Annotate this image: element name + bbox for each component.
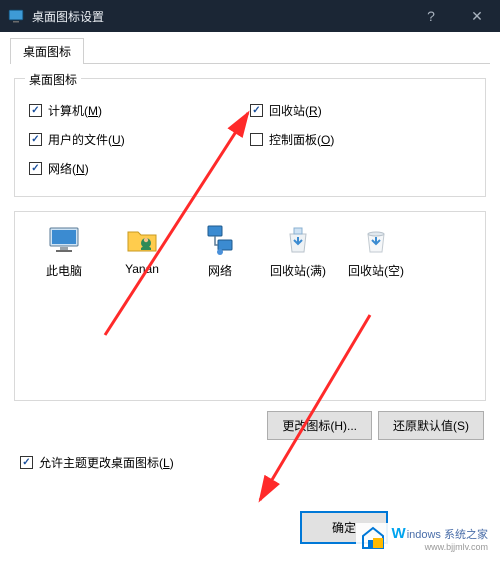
icon-item-network[interactable]: 网络 [181,222,259,279]
restore-defaults-button[interactable]: 还原默认值(S) [378,411,484,440]
help-button[interactable]: ? [408,0,454,32]
watermark: Windows 系统之家 www.bjjmlv.com [356,523,492,556]
checkbox-label: 回收站(R) [269,102,322,119]
watermark-logo-icon [360,525,386,554]
checkbox-icon [29,104,42,117]
checkbox-icon [250,133,263,146]
icon-caption: 回收站(满) [270,262,326,279]
checkbox-control-panel[interactable]: 控制面板(O) [250,131,471,148]
checkbox-label: 计算机(M) [48,102,102,119]
checkbox-recycle-bin[interactable]: 回收站(R) [250,102,471,119]
checkbox-label: 控制面板(O) [269,131,334,148]
icon-caption: 网络 [208,262,232,279]
app-icon [8,8,24,24]
checkbox-icon [20,456,33,469]
checkbox-label: 网络(N) [48,160,89,177]
recycle-bin-full-icon [280,222,316,258]
icon-item-recycle-empty[interactable]: 回收站(空) [337,222,415,279]
checkbox-icon [29,133,42,146]
tab-desktop-icons[interactable]: 桌面图标 [10,38,84,64]
tab-strip: 桌面图标 [10,38,490,64]
close-button[interactable]: ✕ [454,0,500,32]
icon-caption: 此电脑 [46,262,82,279]
network-icon [202,222,238,258]
titlebar: 桌面图标设置 ? ✕ [0,0,500,32]
icon-item-recycle-full[interactable]: 回收站(满) [259,222,337,279]
computer-icon [46,222,82,258]
watermark-url: www.bjjmlv.com [392,543,488,553]
icon-caption: Yanan [125,262,159,276]
group-legend: 桌面图标 [25,71,81,88]
checkbox-icon [29,162,42,175]
window-title: 桌面图标设置 [32,8,408,25]
desktop-icons-group: 桌面图标 计算机(M) 回收站(R) 用户的文件(U) 控制面板(O) 网络(N… [14,78,486,197]
checkbox-label: 用户的文件(U) [48,131,125,148]
checkbox-grid: 计算机(M) 回收站(R) 用户的文件(U) 控制面板(O) 网络(N) [29,97,471,182]
checkbox-network[interactable]: 网络(N) [29,160,250,177]
checkbox-icon [250,104,263,117]
icon-buttons-row: 更改图标(H)... 还原默认值(S) [10,411,484,440]
icon-preview-grid: 此电脑 Yanan 网络 回收站(满) 回收站(空) [14,211,486,401]
icon-item-this-pc[interactable]: 此电脑 [25,222,103,279]
user-folder-icon [124,222,160,258]
icon-item-user-folder[interactable]: Yanan [103,222,181,276]
checkbox-user-files[interactable]: 用户的文件(U) [29,131,250,148]
checkbox-label: 允许主题更改桌面图标(L) [39,454,174,471]
checkbox-computer[interactable]: 计算机(M) [29,102,250,119]
checkbox-allow-themes[interactable]: 允许主题更改桌面图标(L) [20,454,486,471]
dialog-content: 桌面图标 桌面图标 计算机(M) 回收站(R) 用户的文件(U) 控制面板(O) [0,32,500,562]
change-icon-button[interactable]: 更改图标(H)... [267,411,372,440]
watermark-brand: Windows 系统之家 [392,526,488,543]
recycle-bin-empty-icon [358,222,394,258]
icon-caption: 回收站(空) [348,262,404,279]
